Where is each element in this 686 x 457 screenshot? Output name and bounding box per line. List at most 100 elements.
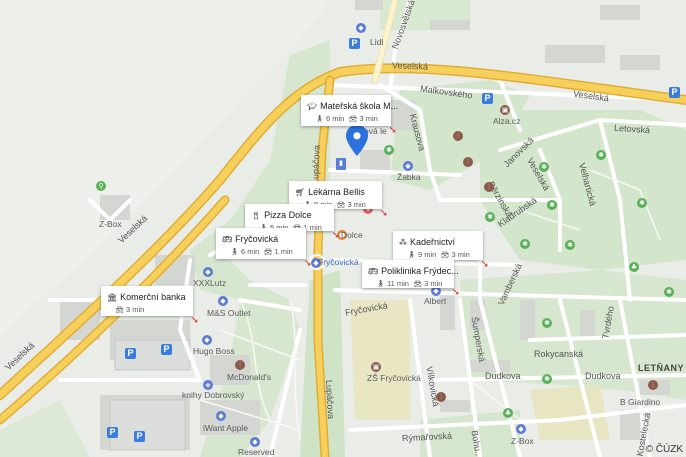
car-time: 1 min	[274, 247, 293, 256]
restaurant-icon: ⫶	[436, 392, 446, 402]
shop-icon: ◆	[203, 267, 213, 277]
map-view[interactable]: Veselská Veselská Veselská Veselská Novo…	[0, 0, 686, 457]
place-card-pizza-dolce[interactable]: 🍴︎Pizza Dolce 🚶︎ 5 min 🚘︎ 1 min ➘	[245, 204, 340, 241]
shop-icon: ◆	[216, 411, 226, 421]
card-title: Lékárna Bellis	[308, 187, 365, 197]
park-icon: ✱	[539, 162, 549, 172]
shop-icon: ▣	[500, 105, 510, 115]
fork-knife-icon: 🍴︎	[251, 211, 262, 220]
restaurant-icon: ⫶	[484, 182, 494, 192]
card-title: Fryčovická	[235, 234, 279, 244]
car-icon: 🚘︎	[440, 251, 450, 259]
street-label-dudkova-right: Dudkova	[585, 371, 621, 381]
car-icon: 🚘︎	[115, 306, 124, 314]
route-arrow-icon: ➘	[190, 315, 199, 326]
shop-icon: ▮	[336, 158, 346, 170]
car-time: 1 min	[303, 223, 322, 232]
street-label-dudkova: Dudkova	[485, 371, 521, 381]
walk-icon: 🚶︎	[376, 280, 385, 288]
park-icon: ✱	[542, 374, 552, 384]
car-time: 3 min	[424, 279, 443, 288]
place-card-poliklinika[interactable]: 🚌︎ Poliklinika Frýdec... 🚶︎ 11 min 🚘︎ 3 m…	[362, 260, 460, 298]
bank-icon: 🏛︎	[107, 293, 118, 302]
parking-icon: P	[134, 431, 145, 442]
walk-icon: 🚶︎	[230, 248, 239, 256]
poi-frycovicka-stop: Fryčovická	[318, 257, 359, 267]
walk-time: 6 min	[240, 247, 260, 256]
car-time: 3 min	[347, 200, 366, 209]
car-time: 3 min	[125, 305, 145, 314]
bus-icon: 🚌︎	[222, 235, 233, 244]
shop-icon: ◆	[356, 23, 366, 33]
poi-knihy: knihy Dobrovský	[182, 390, 245, 400]
shop-icon: ◆	[202, 335, 212, 345]
poi-zbox-left: Z-Box	[99, 219, 122, 229]
car-icon: 🚘︎	[336, 201, 346, 209]
parking-icon: P	[482, 93, 493, 104]
poi-iwant: iWant Apple	[203, 423, 249, 433]
poi-mcdonalds: McDonald's	[227, 372, 272, 382]
car-icon: 🚘︎	[413, 280, 423, 288]
tree-icon: ♣	[503, 408, 513, 418]
poi-hugo-boss: Hugo Boss	[193, 346, 235, 356]
restaurant-icon: ⫶	[648, 380, 658, 390]
restaurant-icon: ⫶	[235, 360, 245, 370]
route-arrow-icon: ➘	[303, 258, 312, 269]
hierarchy-icon: ⁂	[399, 238, 407, 247]
restaurant-icon: ⫶	[453, 131, 463, 141]
map-copyright: © ČÚZK	[645, 444, 683, 455]
restaurant-icon: ⫶	[463, 157, 473, 167]
book-icon: ◈	[203, 380, 213, 390]
car-time: 3 min	[359, 114, 378, 123]
parking-icon: P	[161, 344, 172, 355]
poi-alza: Alza.cz	[493, 116, 521, 126]
place-card-materska-skola[interactable]: 🎓︎ Mateřská škola M... 🚶︎ 6 min 🚘︎ 3 min …	[301, 95, 398, 136]
route-arrow-icon: ➘	[480, 259, 489, 270]
walk-icon: 🚶︎	[315, 115, 324, 123]
poi-ms-outlet: M&S Outlet	[207, 308, 251, 318]
cart-icon: 🛒︎	[295, 188, 306, 197]
shop-icon: ◆	[403, 161, 413, 171]
place-card-frycovicka[interactable]: 🚌︎ Fryčovická 🚶︎ 6 min 🚘︎ 1 min ➘	[216, 228, 312, 269]
poi-zs-frycovicka: ZŠ Fryčovická	[367, 373, 421, 383]
place-card-komercni-banka[interactable]: 🏛︎ Komerční banka 🚘︎ 3 min ➘	[101, 286, 199, 326]
street-label-rokycanska: Rokycanská	[534, 349, 584, 359]
car-icon: 🚘︎	[263, 248, 273, 256]
poi-xxxlutz: XXXLutz	[193, 278, 227, 288]
shop-icon: ◆	[218, 296, 228, 306]
poi-zabka: Žabka	[397, 172, 421, 182]
park-icon: ✱	[520, 239, 530, 249]
shop-icon: ◆	[516, 424, 526, 434]
walk-time: 9 min	[417, 250, 437, 259]
location-pin-icon[interactable]	[345, 125, 369, 157]
parking-icon: P	[349, 38, 360, 49]
district-label-letnany: LETŇANY	[638, 363, 684, 373]
car-time: 3 min	[451, 250, 470, 259]
parking-icon: P	[107, 427, 118, 438]
park-icon: ✱	[596, 150, 606, 160]
street-label-lupacova: Lupáčova	[310, 144, 322, 185]
sport-icon: ⚲	[96, 181, 106, 191]
route-arrow-icon: ➘	[388, 125, 397, 136]
clothing-icon: ◆	[250, 437, 260, 447]
poi-lidl: Lidl	[370, 37, 384, 47]
walk-time: 11 min	[386, 279, 409, 288]
route-arrow-icon: ➘	[379, 208, 388, 219]
card-title: Poliklinika Frýdec...	[381, 266, 459, 276]
tree-icon: ♣	[629, 262, 639, 272]
route-arrow-icon: ➘	[331, 230, 340, 241]
bus-icon: 🚌︎	[368, 267, 379, 276]
card-title: Mateřská škola M...	[320, 101, 399, 111]
route-arrow-icon: ➘	[451, 287, 460, 298]
place-card-kadernictvi[interactable]: ⁂ Kadeřnictví 🚶︎ 9 min 🚘︎ 3 min ➘	[393, 231, 489, 270]
parking-icon: P	[125, 348, 136, 359]
school-icon: 🎓︎	[307, 102, 318, 111]
poi-dolce: Dolce	[341, 230, 363, 240]
park-icon: ✱	[384, 145, 394, 155]
poi-zbox-bottom: Z-Box	[511, 436, 534, 446]
poi-b-giardino: B Giardino	[620, 397, 661, 407]
card-title: Pizza Dolce	[264, 210, 312, 220]
park-icon: ✱	[485, 212, 495, 222]
park-icon: ✱	[664, 287, 674, 297]
poi-albert: Albert	[424, 296, 447, 306]
